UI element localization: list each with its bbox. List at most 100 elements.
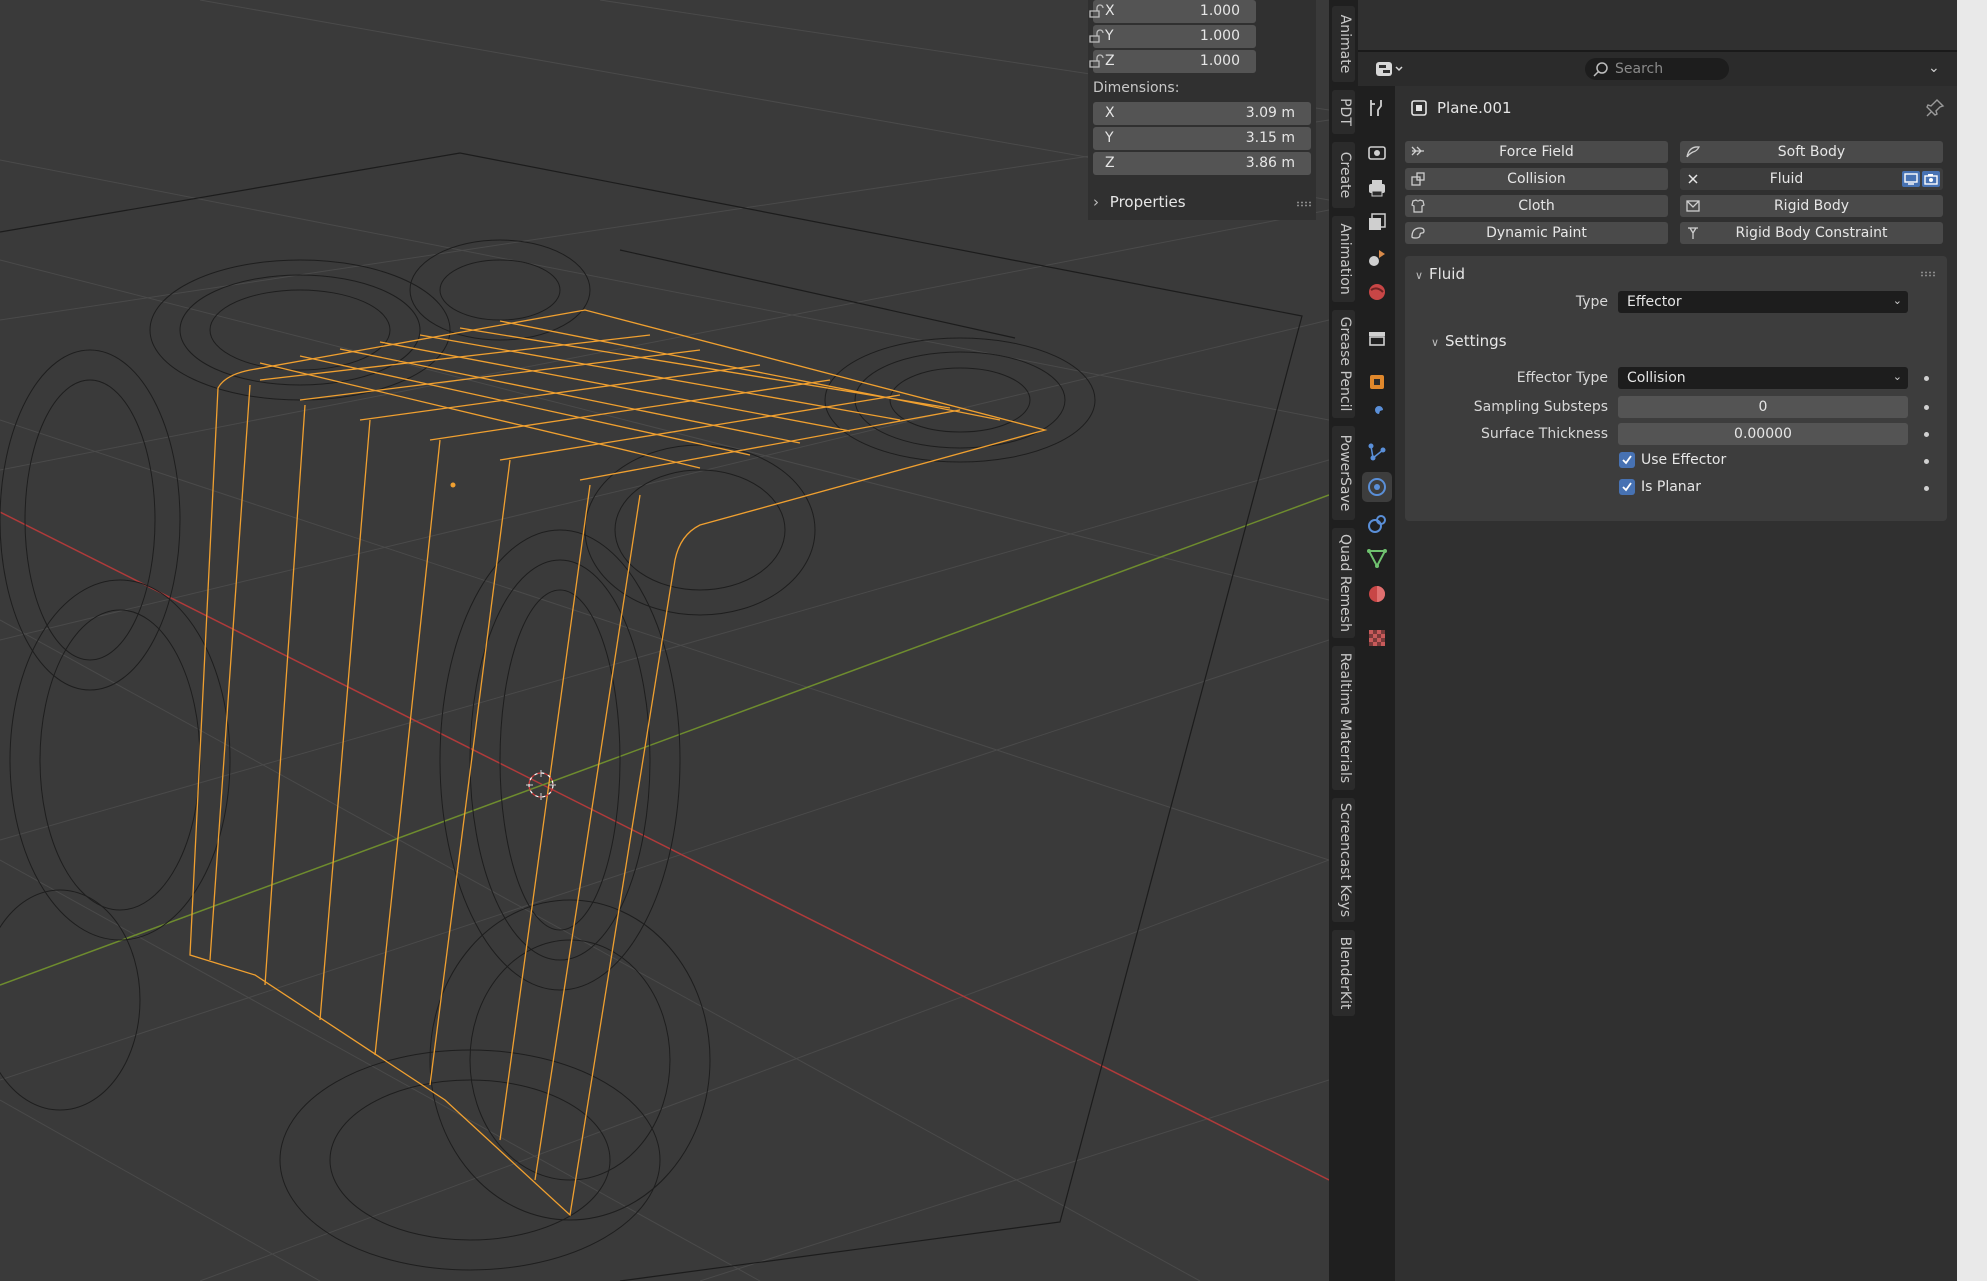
properties-tab-column <box>1358 86 1395 1281</box>
keyframe-dot-icon[interactable] <box>1924 486 1929 491</box>
view-layer-tab-icon[interactable] <box>1365 210 1389 234</box>
drag-grip-icon[interactable] <box>1920 271 1936 277</box>
checkmark-icon <box>1622 455 1632 465</box>
lock-icon[interactable] <box>1088 4 1104 18</box>
tab-label: Animation <box>1337 223 1353 295</box>
rigid-body-constraint-button[interactable]: Rigid Body Constraint <box>1680 222 1943 244</box>
physics-tab-icon <box>1368 478 1386 496</box>
chevron-down-icon: ∨ <box>1431 336 1440 349</box>
field-value: 3.09 m <box>1245 105 1295 121</box>
field-value: 3.86 m <box>1245 155 1295 171</box>
world-tab-icon[interactable] <box>1365 280 1389 304</box>
use-effector-checkbox[interactable] <box>1619 452 1635 468</box>
dynamic-paint-button[interactable]: Dynamic Paint <box>1405 222 1668 244</box>
axis-label: Z <box>1105 155 1115 171</box>
tab-label: Animate <box>1337 14 1353 74</box>
fluid-panel-header[interactable]: ∨ Fluid <box>1415 265 1465 283</box>
button-label: Rigid Body Constraint <box>1735 225 1888 241</box>
tool-tab-icon[interactable] <box>1365 96 1389 120</box>
chevron-down-icon: ⌄ <box>1892 370 1902 383</box>
object-tab-icon[interactable] <box>1365 370 1389 394</box>
3d-viewport[interactable]: X 1.000 Y 1.000 Z 1.000 Dimensions: X 3.… <box>0 0 1329 1281</box>
fluid-button[interactable]: Fluid <box>1680 168 1943 190</box>
dimensions-label: Dimensions: <box>1093 80 1180 96</box>
output-tab-icon[interactable] <box>1365 176 1389 200</box>
chevron-down-icon[interactable]: ⌄ <box>1928 60 1940 76</box>
bounding-box <box>0 152 1303 1281</box>
drag-grip-icon[interactable] <box>1296 201 1312 207</box>
effector-type-label: Effector Type <box>1516 370 1608 386</box>
particles-tab-icon[interactable] <box>1365 440 1389 464</box>
checkmark-icon <box>1622 482 1632 492</box>
fluid-type-dropdown[interactable]: Effector ⌄ <box>1618 291 1908 313</box>
scale-z-field[interactable]: Z 1.000 <box>1093 50 1256 73</box>
effector-type-dropdown[interactable]: Collision ⌄ <box>1618 367 1908 389</box>
sampling-substeps-field[interactable]: 0 <box>1618 396 1908 418</box>
viewport-display-toggle[interactable] <box>1902 171 1920 187</box>
lock-icon[interactable] <box>1088 54 1104 68</box>
tab-grease-pencil[interactable]: Grease Pencil <box>1332 310 1355 418</box>
keyframe-dot-icon[interactable] <box>1924 432 1929 437</box>
rigid-body-button[interactable]: Rigid Body <box>1680 195 1943 217</box>
use-effector-label: Use Effector <box>1641 452 1727 468</box>
dimension-x-field[interactable]: X 3.09 m <box>1093 102 1311 125</box>
constraints-tab-icon[interactable] <box>1365 512 1389 536</box>
material-tab-icon[interactable] <box>1365 582 1389 606</box>
tab-quad-remesh[interactable]: Quad Remesh <box>1332 528 1355 638</box>
collection-tab-icon[interactable] <box>1365 326 1389 350</box>
scene-tab-icon[interactable] <box>1365 246 1389 270</box>
scale-x-field[interactable]: X 1.000 <box>1093 0 1256 23</box>
button-label: Collision <box>1507 171 1566 187</box>
tab-pdt[interactable]: PDT <box>1332 90 1355 134</box>
tab-animate[interactable]: Animate <box>1332 6 1355 82</box>
physics-tab[interactable] <box>1362 472 1392 502</box>
is-planar-checkbox[interactable] <box>1619 479 1635 495</box>
dropdown-value: Collision <box>1627 370 1686 386</box>
tab-label: Create <box>1337 151 1353 199</box>
tab-realtime-materials[interactable]: Realtime Materials <box>1332 646 1355 790</box>
editor-type-selector[interactable] <box>1374 58 1408 80</box>
surface-thickness-field[interactable]: 0.00000 <box>1618 423 1908 445</box>
tab-label: Quad Remesh <box>1337 534 1353 632</box>
keyframe-dot-icon[interactable] <box>1924 405 1929 410</box>
settings-subpanel-header[interactable]: ∨ Settings <box>1431 332 1507 350</box>
tab-blenderkit[interactable]: BlenderKit <box>1332 930 1355 1016</box>
button-label: Fluid <box>1769 171 1804 187</box>
cloth-button[interactable]: Cloth <box>1405 195 1668 217</box>
tab-powersave[interactable]: PowerSave <box>1332 426 1355 520</box>
texture-tab-icon[interactable] <box>1365 626 1389 650</box>
dimension-z-field[interactable]: Z 3.86 m <box>1093 152 1311 175</box>
scale-y-field[interactable]: Y 1.000 <box>1093 25 1256 48</box>
dimension-y-field[interactable]: Y 3.15 m <box>1093 127 1311 150</box>
chevron-right-icon: › <box>1093 193 1099 211</box>
modifier-wrench-icon[interactable] <box>1365 404 1389 428</box>
properties-subpanel-header[interactable]: › Properties <box>1093 193 1186 211</box>
keyframe-dot-icon[interactable] <box>1924 376 1929 381</box>
field-value: 0.00000 <box>1734 426 1792 442</box>
tab-screencast-keys[interactable]: Screencast Keys <box>1332 798 1355 922</box>
object-data-tab-icon[interactable] <box>1365 546 1389 570</box>
render-tab-icon[interactable] <box>1365 140 1389 164</box>
keyframe-dot-icon[interactable] <box>1924 459 1929 464</box>
fluid-panel-title: Fluid <box>1429 265 1465 283</box>
origin-dot <box>450 482 456 488</box>
pin-icon[interactable] <box>1925 98 1945 118</box>
axis-label: X <box>1105 105 1115 121</box>
tab-label: BlenderKit <box>1337 936 1353 1010</box>
search-field[interactable]: Search <box>1585 58 1729 80</box>
settings-title: Settings <box>1445 332 1507 350</box>
tab-animation[interactable]: Animation <box>1332 216 1355 302</box>
lock-icon[interactable] <box>1088 29 1104 43</box>
button-label: Rigid Body <box>1773 198 1850 214</box>
force-field-button[interactable]: Force Field <box>1405 141 1668 163</box>
editor-type-icon <box>1376 62 1403 76</box>
tab-label: Grease Pencil <box>1337 316 1353 412</box>
is-planar-label: Is Planar <box>1641 479 1701 495</box>
camera-icon <box>1924 174 1938 185</box>
tab-create[interactable]: Create <box>1332 142 1355 208</box>
window-scrollbar[interactable] <box>1957 0 1987 1281</box>
soft-body-button[interactable]: Soft Body <box>1680 141 1943 163</box>
transform-sidebar: X 1.000 Y 1.000 Z 1.000 Dimensions: X 3.… <box>1088 0 1316 220</box>
collision-button[interactable]: Collision <box>1405 168 1668 190</box>
render-toggle[interactable] <box>1922 171 1940 187</box>
